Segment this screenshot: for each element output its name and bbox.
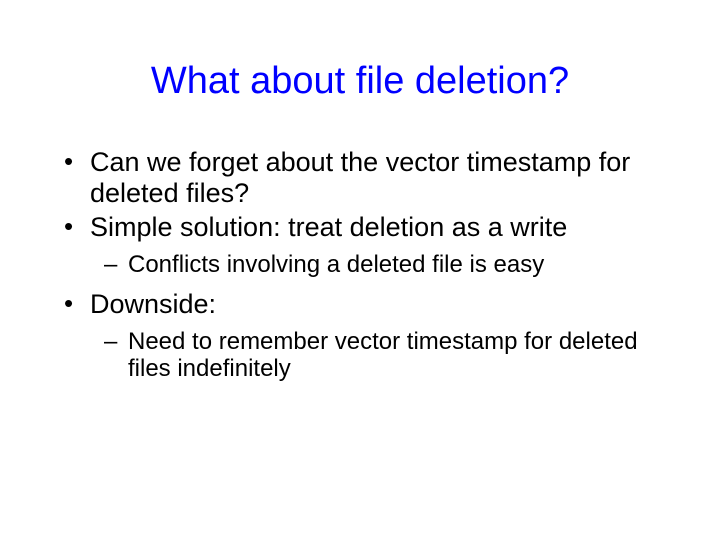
sub-bullet-list: Conflicts involving a deleted file is ea… bbox=[90, 251, 670, 279]
sub-bullet-item: Need to remember vector timestamp for de… bbox=[104, 328, 670, 383]
sub-bullet-text: Need to remember vector timestamp for de… bbox=[128, 328, 638, 383]
sub-bullet-text: Conflicts involving a deleted file is ea… bbox=[128, 251, 544, 278]
bullet-text: Simple solution: treat deletion as a wri… bbox=[90, 212, 567, 242]
bullet-item: Downside: Need to remember vector timest… bbox=[60, 289, 670, 383]
sub-bullet-list: Need to remember vector timestamp for de… bbox=[90, 328, 670, 383]
bullet-text: Downside: bbox=[90, 289, 216, 319]
bullet-text: Can we forget about the vector timestamp… bbox=[90, 147, 630, 208]
bullet-item: Simple solution: treat deletion as a wri… bbox=[60, 212, 670, 279]
bullet-list: Can we forget about the vector timestamp… bbox=[50, 147, 670, 383]
bullet-item: Can we forget about the vector timestamp… bbox=[60, 147, 670, 209]
slide-title: What about file deletion? bbox=[50, 60, 670, 103]
sub-bullet-item: Conflicts involving a deleted file is ea… bbox=[104, 251, 670, 279]
